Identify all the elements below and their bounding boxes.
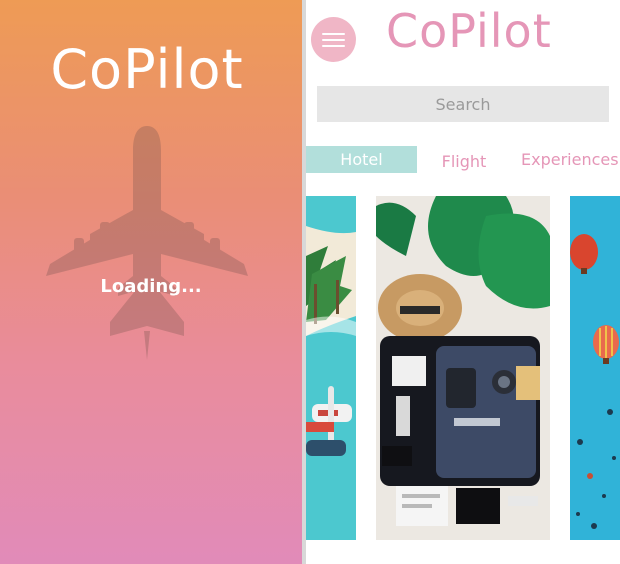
beach-image xyxy=(306,196,356,540)
tab-hotel[interactable]: Hotel xyxy=(306,146,417,173)
menu-bar xyxy=(322,45,345,47)
loading-text: Loading... xyxy=(100,276,202,297)
card-beach[interactable] xyxy=(306,196,356,540)
splash-title: CoPilot xyxy=(50,38,244,101)
card-suitcase[interactable] xyxy=(376,196,550,540)
tab-flight[interactable]: Flight xyxy=(429,148,499,175)
hamburger-menu-icon[interactable] xyxy=(311,17,356,62)
balloons-image xyxy=(570,196,620,540)
app-title: CoPilot xyxy=(386,4,552,58)
card-balloons[interactable] xyxy=(570,196,620,540)
menu-bar xyxy=(322,33,345,35)
splash-screen: CoPilot Loading... xyxy=(0,0,302,564)
suitcase-image xyxy=(376,196,550,540)
search-input[interactable] xyxy=(317,86,609,122)
airplane-icon xyxy=(46,126,248,360)
home-screen: CoPilot Hotel Flight Experiences xyxy=(306,0,620,564)
menu-bar xyxy=(322,39,345,41)
tab-experiences[interactable]: Experiences xyxy=(521,146,620,173)
